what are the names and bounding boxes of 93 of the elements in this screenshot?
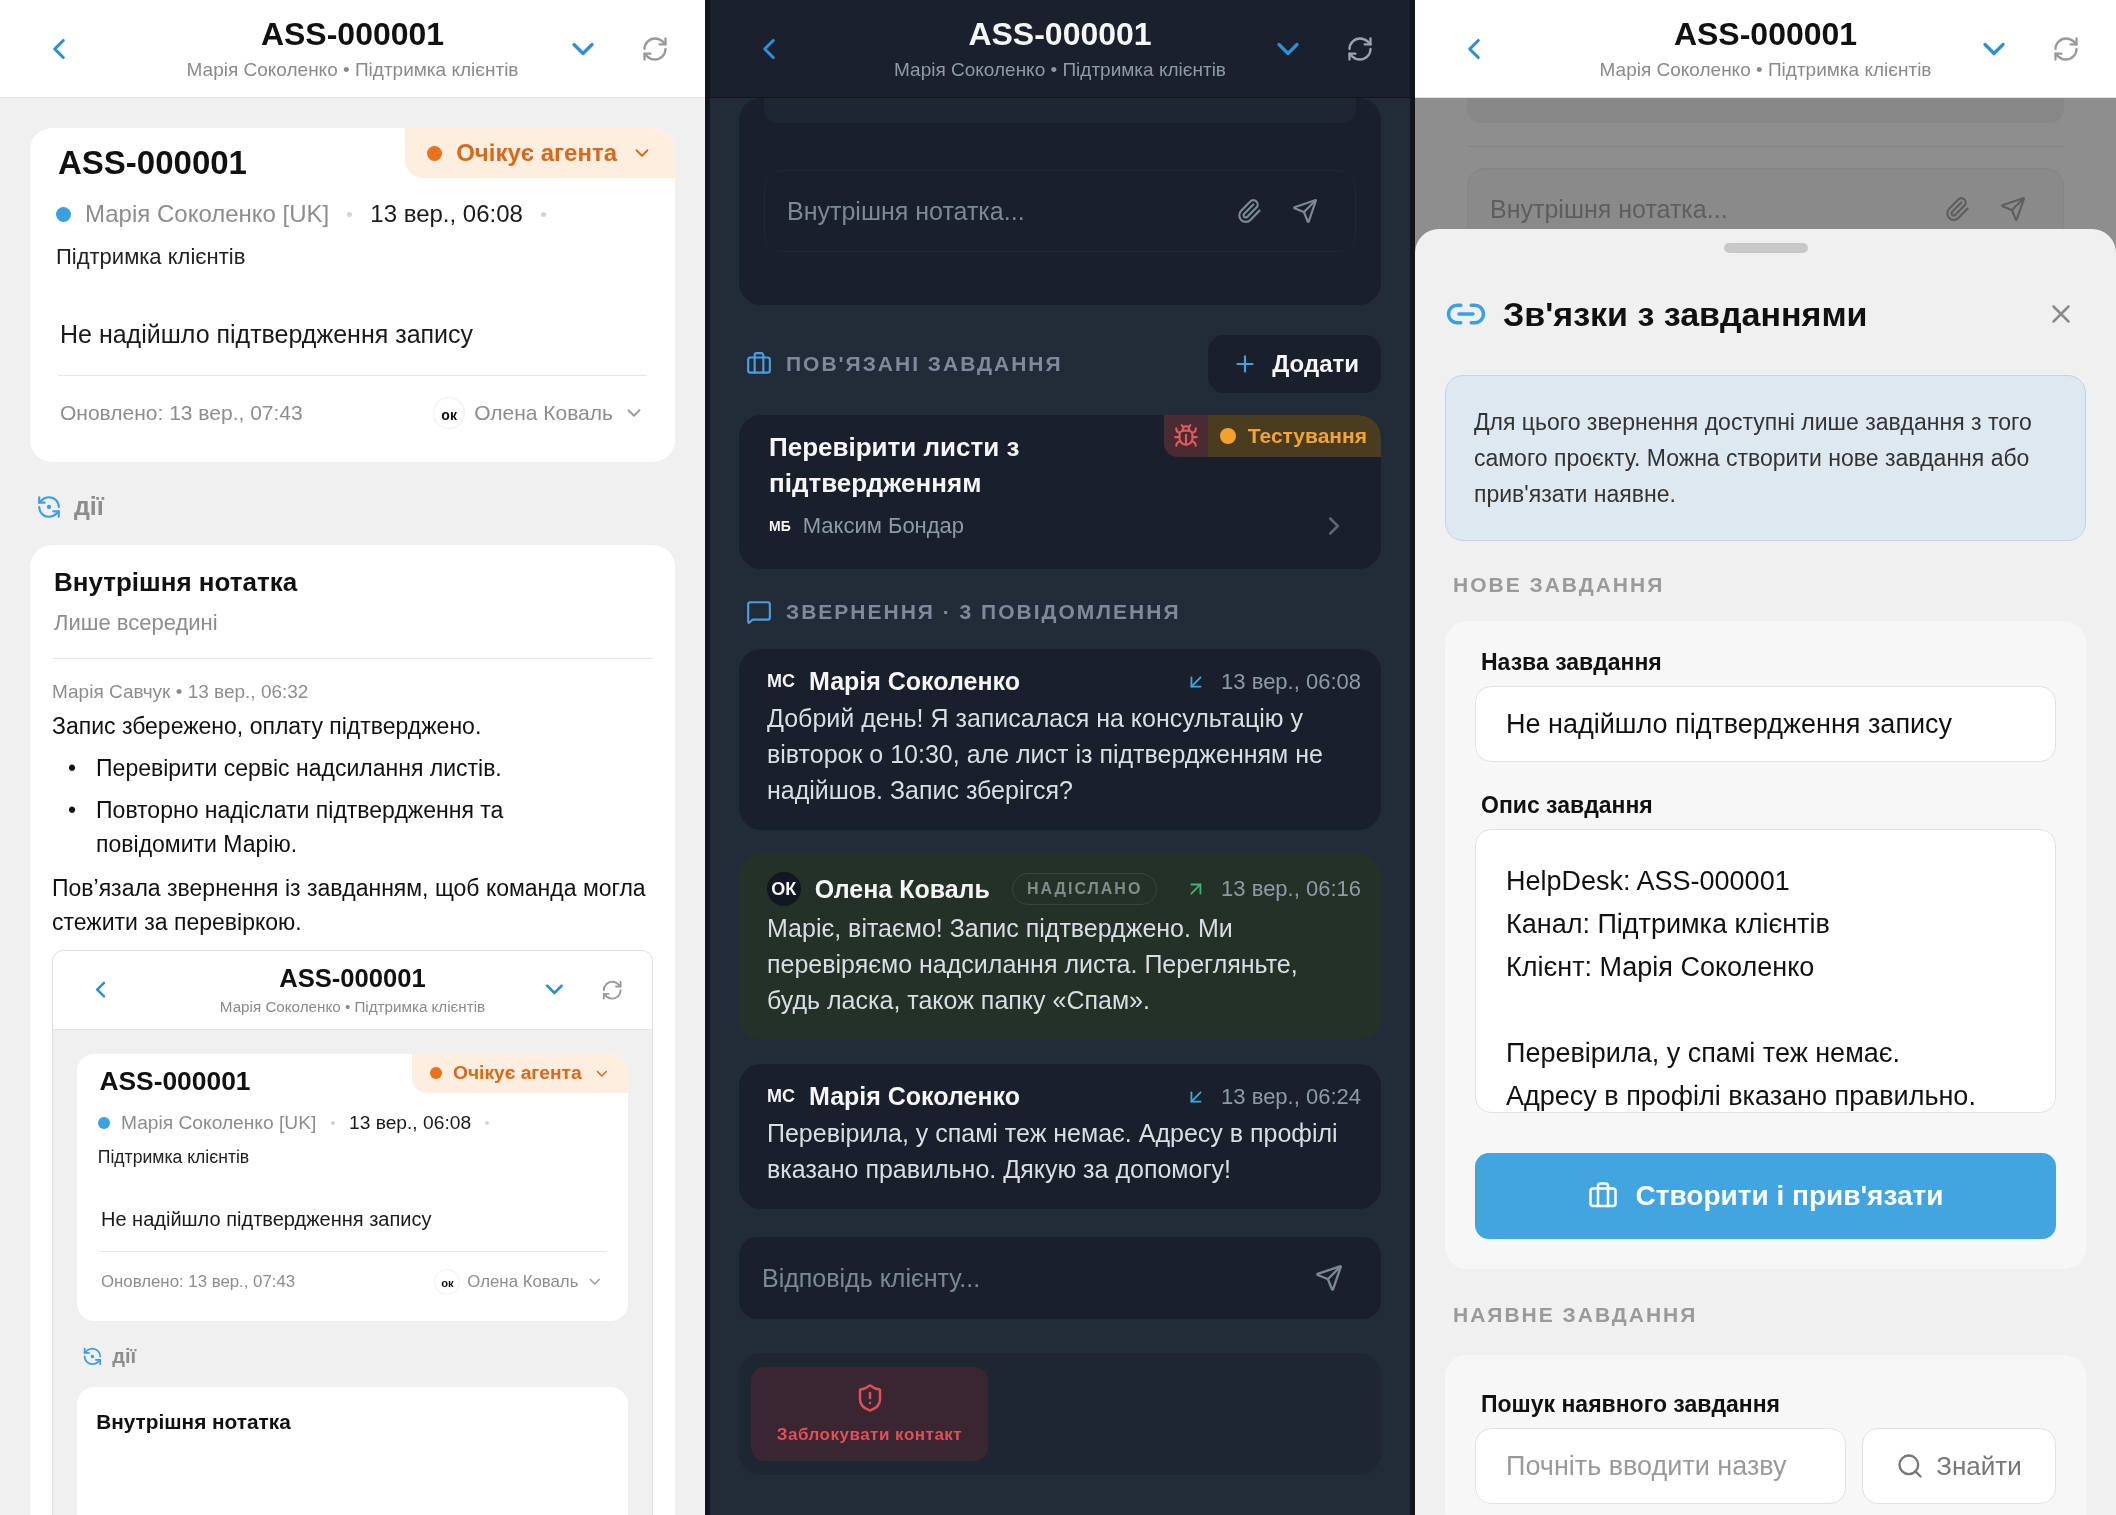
message-time: 13 вер., 06:08: [1221, 668, 1361, 695]
task-description-input[interactable]: HelpDesk: ASS-000001 Канал: Підтримка клієнтів Клієнт: Марія Соколенко Перевірила, у спамі теж немає. Адресу в профілі вказано правильно.: [1475, 829, 2056, 1113]
online-dot: [56, 206, 71, 222]
avatar: ок: [434, 398, 465, 428]
add-button[interactable]: Додати: [1208, 335, 1381, 393]
message-author: Марія Соколенко: [809, 667, 1020, 696]
channel-name: Підтримка клієнтів: [55, 243, 247, 270]
ticket-subtitle: Марія Соколенко • Підтримка клієнтів: [186, 59, 519, 81]
ticket-subject: Не надійшло підтвердження запису: [59, 319, 475, 349]
status-dropdown[interactable]: Очікує агента: [405, 128, 675, 178]
note-text: Пов’язала звернення із завданням, щоб команда могла стежити за перевіркою.: [52, 874, 647, 937]
section-label: дії: [74, 492, 104, 521]
section-label: НАЯВНЕ ЗАВДАННЯ: [1453, 1303, 1699, 1327]
status-badge: Тестування: [1207, 415, 1381, 457]
bullet-marker: •: [68, 754, 77, 783]
sheet-handle[interactable]: [1723, 243, 1808, 253]
status-dot: [429, 1067, 442, 1080]
find-button[interactable]: Знайти: [1862, 1428, 2056, 1504]
send-icon[interactable]: [1292, 198, 1318, 224]
assignee-name[interactable]: Олена Коваль: [474, 401, 613, 425]
updated-time: Оновлено: 13 вер., 07:43: [101, 1271, 296, 1292]
online-dot: [97, 1116, 110, 1129]
message-text: Перевірила, у спамі теж немає. Адресу в профілі вказано правильно. Дякую за допомогу!: [767, 1118, 1339, 1185]
created-time: 13 вер., 06:08: [370, 200, 523, 228]
bullet-item: Перевірити сервіс надсилання листів.: [96, 754, 503, 783]
assignee-name[interactable]: Олена Коваль: [467, 1271, 579, 1292]
paperclip-icon: [1944, 196, 1970, 222]
task-name-input[interactable]: Не надійшло підтвердження запису: [1475, 686, 2056, 762]
ticket-title: ASS-000001: [968, 16, 1152, 53]
task-card[interactable]: Перевірити листи з підтвердженням Тестування МБ Максим Бондар: [739, 415, 1381, 569]
created-time: 13 вер., 06:08: [349, 1111, 472, 1134]
updated-time: Оновлено: 13 вер., 07:43: [60, 401, 303, 425]
info-message: Для цього звернення доступні лише завдання з того самого проєкту. Можна створити нове завдання або прив'язати наявне.: [1445, 375, 2086, 541]
note-input[interactable]: Внутрішня нотатка...: [764, 170, 1356, 252]
search-icon: [1896, 1452, 1925, 1480]
chat-icon: [746, 599, 772, 625]
note-meta: Марія Савчук • 13 вер., 06:32: [52, 681, 310, 703]
send-icon: [2000, 196, 2026, 222]
refresh-icon: [36, 493, 62, 520]
customer-name: Марія Соколенко [UK]: [85, 200, 330, 228]
status-dropdown[interactable]: Очікує агента: [412, 1053, 628, 1094]
briefcase-icon: [746, 351, 772, 377]
block-contact-button[interactable]: Заблокувати контакт: [751, 1367, 988, 1461]
message-text: Добрий день! Я записалася на консультацію у вівторок о 10:30, але лист із підтвердженням не надійшов. Запис зберігся?: [767, 703, 1324, 806]
avatar: ОК: [767, 872, 801, 906]
note-subtitle: Лише всередині: [53, 610, 219, 636]
avatar: МС: [767, 1086, 795, 1107]
search-field[interactable]: Почніть вводити назву: [1475, 1428, 1846, 1504]
section-label: ПОВ'ЯЗАНІ ЗАВДАННЯ: [786, 352, 1063, 376]
send-icon[interactable]: [1315, 1264, 1343, 1292]
dot-separator: [330, 1120, 335, 1125]
ticket-id: ASS-000001: [98, 1065, 251, 1098]
ticket-subtitle: Марія Соколенко • Підтримка клієнтів: [1599, 59, 1932, 81]
status-dot: [427, 145, 443, 161]
field-label: Назва завдання: [1480, 649, 1663, 676]
channel-name: Підтримка клієнтів: [96, 1145, 251, 1168]
message-author: Олена Коваль: [814, 874, 990, 904]
ticket-subject: Не надійшло підтвердження запису: [100, 1206, 433, 1231]
avatar: МБ: [769, 518, 791, 534]
ticket-subtitle: Марія Соколенко • Підтримка клієнтів: [219, 998, 486, 1016]
section-label: ЗВЕРНЕННЯ · 3 ПОВІДОМЛЕННЯ: [786, 600, 1181, 624]
ticket-title: ASS-000001: [1673, 16, 1858, 53]
section-label: НОВЕ ЗАВДАННЯ: [1453, 573, 1666, 597]
message-time: 13 вер., 06:16: [1221, 876, 1361, 902]
message-text: Маріє, вітаємо! Запис підтверджено. Ми перевіряємо надсилання листа. Перегляньте, будь ласка, також папку «Спам».: [767, 913, 1299, 1016]
ticket-title: ASS-000001: [279, 964, 426, 994]
avatar: ок: [435, 1269, 460, 1294]
refresh-icon: [81, 1346, 103, 1367]
section-label: дії: [112, 1344, 137, 1368]
bullet-marker: •: [68, 796, 77, 825]
message-time: 13 вер., 06:24: [1221, 1083, 1361, 1110]
avatar: МС: [767, 671, 795, 692]
ticket-title: ASS-000001: [260, 16, 445, 53]
dot-separator: [485, 1120, 490, 1125]
task-title: Перевірити листи з підтвердженням: [768, 431, 1021, 500]
ticket-id: ASS-000001: [57, 143, 247, 182]
create-link-button[interactable]: Створити і прив'язати: [1475, 1153, 2056, 1239]
assignee-name: Максим Бондар: [802, 513, 965, 539]
note-text: Запис збережено, оплату підтверджено.: [52, 712, 483, 741]
field-label: Опис завдання: [1480, 792, 1654, 819]
reply-input[interactable]: Відповідь клієнту...: [739, 1237, 1381, 1319]
message-author: Марія Соколенко: [809, 1082, 1020, 1111]
ticket-subtitle: Марія Соколенко • Підтримка клієнтів: [894, 59, 1226, 81]
customer-name: Марія Соколенко [UK]: [121, 1111, 317, 1134]
note-title: Внутрішня нотатка: [53, 567, 299, 598]
bullet-item: Повторно надіслати підтвердження та повідомити Марію.: [96, 796, 505, 859]
note-title: Внутрішня нотатка: [95, 1409, 292, 1434]
sheet-title: Зв'язки з завданнями: [1503, 294, 1869, 334]
bug-badge: [1163, 415, 1208, 457]
dot-separator: [347, 211, 353, 217]
paperclip-icon[interactable]: [1236, 198, 1262, 224]
field-label: Пошук наявного завдання: [1480, 1391, 1781, 1418]
dot-separator: [540, 211, 546, 217]
